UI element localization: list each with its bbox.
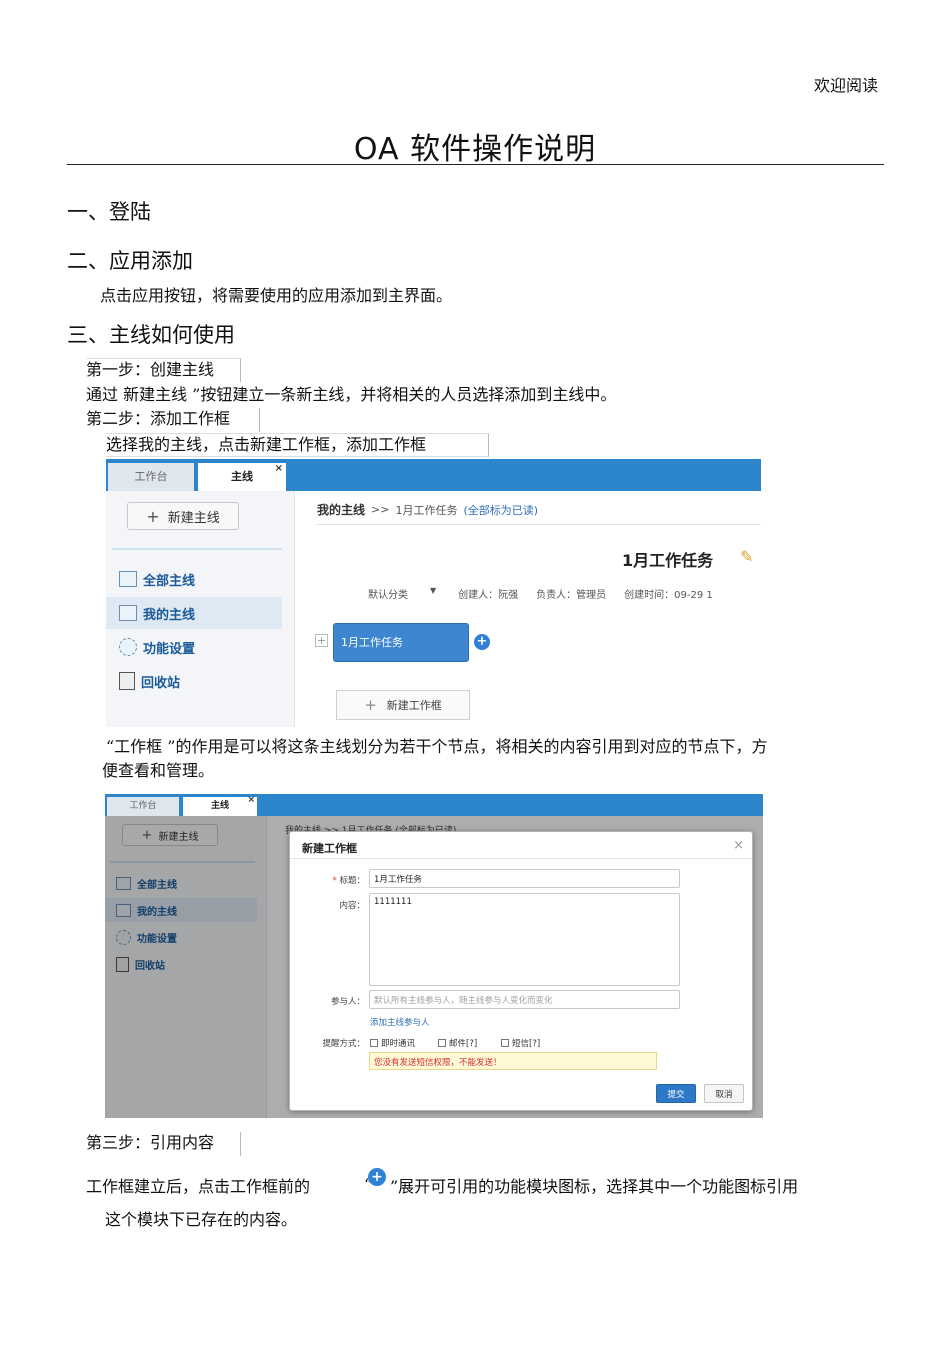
document-title: OA 软件操作说明 [353, 132, 597, 167]
new-work-frame-button[interactable]: + 新建工作框 [336, 690, 470, 720]
submit-button[interactable]: 提交 [656, 1084, 696, 1103]
sidebar: + 新建主线 全部主线 我的主线 功能设置 回收站 [106, 491, 295, 727]
breadcrumb-root[interactable]: 我的主线 [317, 501, 365, 518]
title-field[interactable]: 1月工作任务 [369, 869, 680, 888]
mark-all-read-link[interactable]: (全部标为已读) [463, 502, 538, 518]
work-frame-node[interactable]: 1月工作任务 [333, 623, 469, 662]
participants-field-label: 参与人： [330, 997, 365, 1007]
created-time-label: 创建时间：09-29 1 [624, 590, 713, 601]
title-divider [67, 164, 884, 165]
tab-mainline[interactable]: 主线 × [198, 463, 286, 491]
content-textarea[interactable]: 1111111 [369, 893, 680, 986]
user-card-icon [119, 605, 137, 621]
checkbox-box[interactable] [438, 1039, 446, 1047]
checkbox-box[interactable] [370, 1039, 378, 1047]
new-work-frame-dialog: 新建工作框 × * 标题： 1月工作任务 内容： 1111111 参与人： 默认… [289, 831, 753, 1111]
remind-im-checkbox[interactable]: 即时通讯 [370, 1037, 415, 1049]
work-frame-description-line2: 便查看和管理。 [102, 761, 215, 780]
plus-icon: + [364, 696, 377, 714]
expand-node-icon[interactable]: + [315, 634, 328, 647]
section-app-add-heading: 二、应用添加 [67, 249, 193, 273]
step3-heading: 第三步：引用内容 [86, 1132, 241, 1156]
section-login-heading: 一、登陆 [67, 200, 151, 224]
dialog-divider [290, 858, 752, 859]
new-mainline-button[interactable]: + 新建主线 [127, 502, 239, 530]
participants-field[interactable]: 默认所有主线参与人，随主线参与人变化而变化 [369, 990, 680, 1009]
step3-text-part1: 工作框建立后，点击工作框前的 [86, 1177, 311, 1196]
caret-down-icon[interactable]: ▼ [430, 586, 436, 601]
sidebar-item-label: 回收站 [141, 675, 181, 691]
creator-label: 创建人：阮强 [458, 590, 519, 601]
checkbox-box[interactable] [501, 1039, 509, 1047]
remind-email-label: 邮件[?] [449, 1039, 478, 1049]
tab-workbench[interactable]: 工作台 [108, 463, 194, 491]
header-note: 欢迎阅读 [813, 76, 878, 95]
sidebar-item-label: 我的主线 [143, 607, 196, 623]
section-app-add-text: 点击应用按钮，将需要使用的应用添加到主界面。 [100, 286, 453, 305]
tab-workbench[interactable]: 工作台 [107, 797, 179, 816]
step1-text: 通过 新建主线 ”按钮建立一条新主线，并将相关的人员选择添加到主线中。 [86, 385, 617, 404]
list-icon [119, 571, 137, 587]
new-work-frame-label: 新建工作框 [386, 699, 442, 712]
remind-method-label: 提醒方式： [322, 1039, 365, 1049]
add-circle-icon: + [368, 1168, 386, 1186]
sidebar-item-recycle-bin[interactable]: 回收站 [106, 666, 282, 696]
remind-sms-label: 短信[?] [512, 1039, 541, 1049]
breadcrumb-current: 1月工作任务 [395, 503, 458, 517]
pencil-icon[interactable]: ✎ [740, 547, 753, 566]
new-mainline-label: 新建主线 [167, 510, 220, 526]
sidebar-item-label: 功能设置 [143, 641, 196, 657]
sidebar-item-my-mainlines[interactable]: 我的主线 [106, 597, 282, 629]
step3-text-part2: ”展开可引用的功能模块图标，选择其中一个功能图标引用 [390, 1177, 799, 1196]
step2-text: 选择我的主线，点击新建工作框，添加工作框 [106, 433, 489, 457]
owner-label: 负责人：管理员 [536, 590, 607, 601]
title-field-label-text: 标题： [339, 876, 365, 886]
screenshot-new-work-frame-dialog: 工作台 主线 × + 新建主线 全部主线 我的主线 功能设置 回收站 我的主线 … [105, 794, 763, 1118]
remind-email-checkbox[interactable]: 邮件[?] [438, 1037, 477, 1049]
section-mainline-heading: 三、主线如何使用 [67, 323, 235, 347]
title-field-label: * 标题： [305, 874, 365, 886]
close-icon[interactable]: × [247, 794, 255, 810]
step2-heading: 第二步：添加工作框 [86, 408, 260, 432]
remind-sms-checkbox[interactable]: 短信[?] [501, 1037, 540, 1049]
trash-icon [119, 672, 135, 690]
sidebar-item-settings[interactable]: 功能设置 [106, 632, 282, 662]
add-circle-icon[interactable]: + [474, 634, 490, 650]
dialog-close-icon[interactable]: × [733, 838, 744, 853]
tab-mainline[interactable]: 主线 × [183, 794, 257, 816]
category-select[interactable]: 默认分类 [368, 586, 408, 601]
sidebar-item-all-mainlines[interactable]: 全部主线 [106, 564, 282, 594]
cancel-button[interactable]: 取消 [704, 1084, 744, 1103]
dialog-title: 新建工作框 [302, 842, 357, 855]
remind-im-label: 即时通讯 [381, 1039, 416, 1049]
sidebar-item-label: 全部主线 [143, 573, 196, 589]
tab-mainline-label: 主线 [210, 801, 229, 811]
mainline-title: 1月工作任务 [622, 551, 714, 570]
plus-icon: + [146, 506, 160, 526]
step3-text-line2: 这个模块下已存在的内容。 [105, 1210, 298, 1229]
add-participants-link[interactable]: 添加主线参与人 [370, 1016, 430, 1028]
sidebar-divider [112, 548, 282, 550]
breadcrumb: 我的主线 >> 1月工作任务 (全部标为已读) [317, 495, 761, 525]
work-frame-description-line1: “工作框 ”的作用是可以将这条主线划分为若干个节点，将相关的内容引用到对应的节点… [106, 737, 768, 756]
screenshot-mainline-view: 工作台 主线 × + 新建主线 全部主线 我的主线 功能设置 回收站 我的主线 … [106, 459, 761, 727]
breadcrumb-separator: >> [371, 503, 390, 516]
gear-icon [119, 638, 137, 656]
step1-heading: 第一步：创建主线 [86, 358, 241, 382]
content-field-label: 内容： [339, 901, 365, 911]
close-icon[interactable]: × [275, 459, 283, 483]
tab-mainline-label: 主线 [231, 470, 253, 483]
mainline-meta: 默认分类 ▼ 创建人：阮强 负责人：管理员 创建时间：09-29 1 [368, 586, 713, 601]
sms-permission-warning: 您没有发送短信权限，不能发送！ [369, 1052, 657, 1070]
